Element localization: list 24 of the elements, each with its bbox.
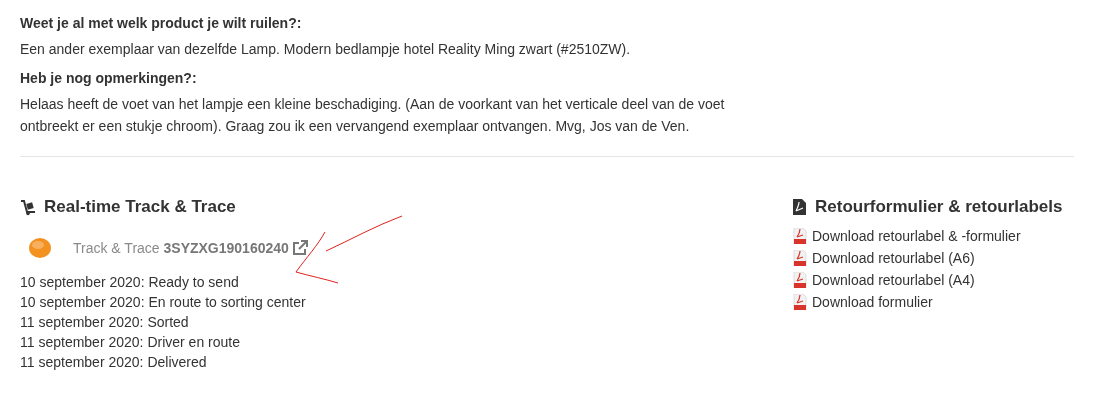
carrier-logo-icon — [28, 236, 52, 260]
tracking-event: 11 september 2020: Sorted — [20, 313, 190, 332]
tracking-event: 11 september 2020: Delivered — [20, 353, 208, 372]
external-link-icon[interactable] — [291, 240, 308, 256]
answer-text: Een ander exemplaar van dezelfde Lamp. Modern bedlampje hotel Reality Ming zwart (#2510ZW). — [20, 40, 632, 59]
pdf-icon — [793, 294, 807, 310]
section-title: Real-time Track & Trace — [44, 197, 236, 217]
answer-text: Helaas heeft de voet van het lampje een kleine beschadiging. (Aan de voorkant van het verticale deel van de voet ontbreekt er een stukje chroom). Graag zou ik een vervangend exemplaar ontvangen. Mvg, Jos van de Ven. — [20, 95, 726, 136]
pdf-icon — [793, 250, 807, 266]
dolly-icon — [20, 198, 37, 216]
pdf-file-icon — [793, 199, 806, 215]
download-link[interactable]: Download formulier — [812, 294, 933, 310]
pdf-icon — [793, 272, 807, 288]
download-link[interactable]: Download retourlabel (A4) — [812, 272, 975, 288]
download-link[interactable]: Download retourlabel & -formulier — [812, 228, 1021, 244]
section-title: Retourformulier & retourlabels — [815, 197, 1063, 217]
tracking-link[interactable]: Track & Trace 3SYZXG190160240 — [73, 240, 289, 256]
pdf-icon — [793, 228, 807, 244]
download-link[interactable]: Download retourlabel (A6) — [812, 250, 975, 266]
question-label: Heb je nog opmerkingen?: — [20, 69, 198, 88]
tracking-event: 10 september 2020: En route to sorting center — [20, 293, 307, 312]
tracking-event: 10 september 2020: Ready to send — [20, 273, 240, 292]
question-label: Weet je al met welk product je wilt ruilen?: — [20, 14, 303, 33]
tracking-event: 11 september 2020: Driver en route — [20, 333, 241, 352]
